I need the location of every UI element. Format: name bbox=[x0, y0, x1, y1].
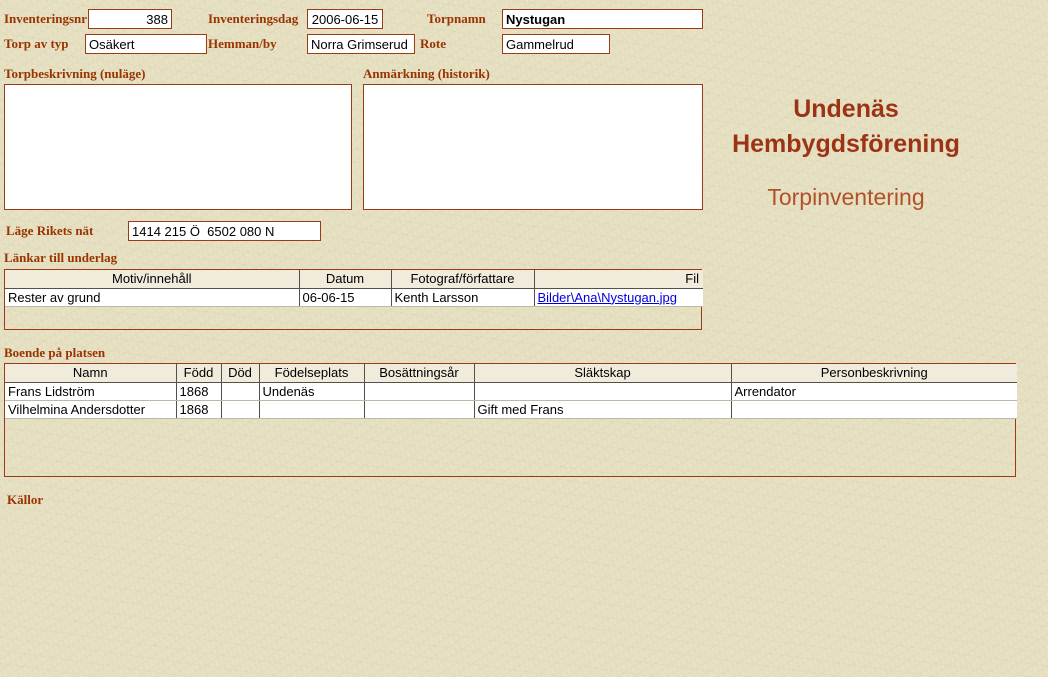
boende-cell-namn[interactable]: Vilhelmina Andersdotter bbox=[5, 400, 176, 418]
lankar-table-box: Motiv/innehåll Datum Fotograf/författare… bbox=[4, 269, 702, 330]
lankar-row: Rester av grund 06-06-15 Kenth Larsson B… bbox=[5, 288, 703, 306]
lankar-heading: Länkar till underlag bbox=[4, 251, 117, 265]
rote-label: Rote bbox=[420, 37, 446, 51]
boende-header-fodelseplats: Födelseplats bbox=[259, 364, 364, 382]
torpbeskrivning-label: Torpbeskrivning (nuläge) bbox=[4, 67, 145, 81]
inventeringsdag-input[interactable] bbox=[307, 9, 383, 29]
boende-cell-slaktskap[interactable]: Gift med Frans bbox=[474, 400, 731, 418]
boende-header-bosattningsar: Bosättningsår bbox=[364, 364, 474, 382]
boende-header-dod: Död bbox=[221, 364, 259, 382]
boende-cell-bosattningsar[interactable] bbox=[364, 382, 474, 400]
boende-header-row: Namn Född Död Födelseplats Bosättningsår… bbox=[5, 364, 1017, 382]
torpnamn-input[interactable] bbox=[502, 9, 703, 29]
boende-table-box: Namn Född Död Födelseplats Bosättningsår… bbox=[4, 363, 1016, 477]
file-link[interactable]: Bilder\Ana\Nystugan.jpg bbox=[538, 290, 677, 305]
boende-header-slaktskap: Släktskap bbox=[474, 364, 731, 382]
boende-header-namn: Namn bbox=[5, 364, 176, 382]
org-title-line1: Undenäs bbox=[700, 92, 992, 127]
lankar-header-fotograf: Fotograf/författare bbox=[391, 270, 534, 288]
lankar-cell-fil: Bilder\Ana\Nystugan.jpg bbox=[534, 288, 703, 306]
lankar-header-motiv: Motiv/innehåll bbox=[5, 270, 299, 288]
boende-cell-fodd[interactable]: 1868 bbox=[176, 400, 221, 418]
boende-cell-fodelseplats[interactable]: Undenäs bbox=[259, 382, 364, 400]
lankar-cell-motiv[interactable]: Rester av grund bbox=[5, 288, 299, 306]
boende-cell-personbeskrivning[interactable]: Arrendator bbox=[731, 382, 1017, 400]
boende-cell-namn[interactable]: Frans Lidström bbox=[5, 382, 176, 400]
torp-av-typ-input[interactable] bbox=[85, 34, 207, 54]
app-subtitle: Torpinventering bbox=[700, 184, 992, 211]
org-title-line2: Hembygdsförening bbox=[700, 127, 992, 162]
boende-header-personbeskrivning: Personbeskrivning bbox=[731, 364, 1017, 382]
boende-cell-slaktskap[interactable] bbox=[474, 382, 731, 400]
lankar-cell-datum[interactable]: 06-06-15 bbox=[299, 288, 391, 306]
boende-cell-dod[interactable] bbox=[221, 382, 259, 400]
hemman-by-label: Hemman/by bbox=[208, 37, 277, 51]
torp-av-typ-label: Torp av typ bbox=[4, 37, 69, 51]
lage-rikets-nat-label: Läge Rikets nät bbox=[6, 224, 93, 238]
boende-cell-dod[interactable] bbox=[221, 400, 259, 418]
inventeringsnr-label: Inventeringsnr bbox=[4, 12, 87, 26]
boende-cell-personbeskrivning[interactable] bbox=[731, 400, 1017, 418]
boende-cell-fodelseplats[interactable] bbox=[259, 400, 364, 418]
boende-header-fodd: Född bbox=[176, 364, 221, 382]
inventeringsdag-label: Inventeringsdag bbox=[208, 12, 298, 26]
torpbeskrivning-textarea[interactable] bbox=[4, 84, 352, 210]
boende-cell-bosattningsar[interactable] bbox=[364, 400, 474, 418]
torpnamn-label: Torpnamn bbox=[427, 12, 486, 26]
lankar-header-datum: Datum bbox=[299, 270, 391, 288]
boende-row: Vilhelmina Andersdotter 1868 Gift med Fr… bbox=[5, 400, 1017, 418]
anmarkning-textarea[interactable] bbox=[363, 84, 703, 210]
hemman-by-input[interactable] bbox=[307, 34, 415, 54]
inventeringsnr-input[interactable] bbox=[88, 9, 172, 29]
rote-input[interactable] bbox=[502, 34, 610, 54]
boende-row: Frans Lidström 1868 Undenäs Arrendator bbox=[5, 382, 1017, 400]
lankar-header-row: Motiv/innehåll Datum Fotograf/författare… bbox=[5, 270, 703, 288]
org-title: Undenäs Hembygdsförening bbox=[700, 92, 992, 162]
kallor-label: Källor bbox=[7, 493, 43, 507]
torpinventering-form: Inventeringsnr Inventeringsdag Torpnamn … bbox=[0, 0, 1048, 677]
boende-cell-fodd[interactable]: 1868 bbox=[176, 382, 221, 400]
anmarkning-label: Anmärkning (historik) bbox=[363, 67, 490, 81]
lankar-cell-fotograf[interactable]: Kenth Larsson bbox=[391, 288, 534, 306]
lankar-table: Motiv/innehåll Datum Fotograf/författare… bbox=[5, 270, 703, 307]
lage-rikets-nat-input[interactable] bbox=[128, 221, 321, 241]
lankar-header-fil: Fil bbox=[534, 270, 703, 288]
boende-heading: Boende på platsen bbox=[4, 346, 105, 360]
boende-table: Namn Född Död Födelseplats Bosättningsår… bbox=[5, 364, 1017, 419]
